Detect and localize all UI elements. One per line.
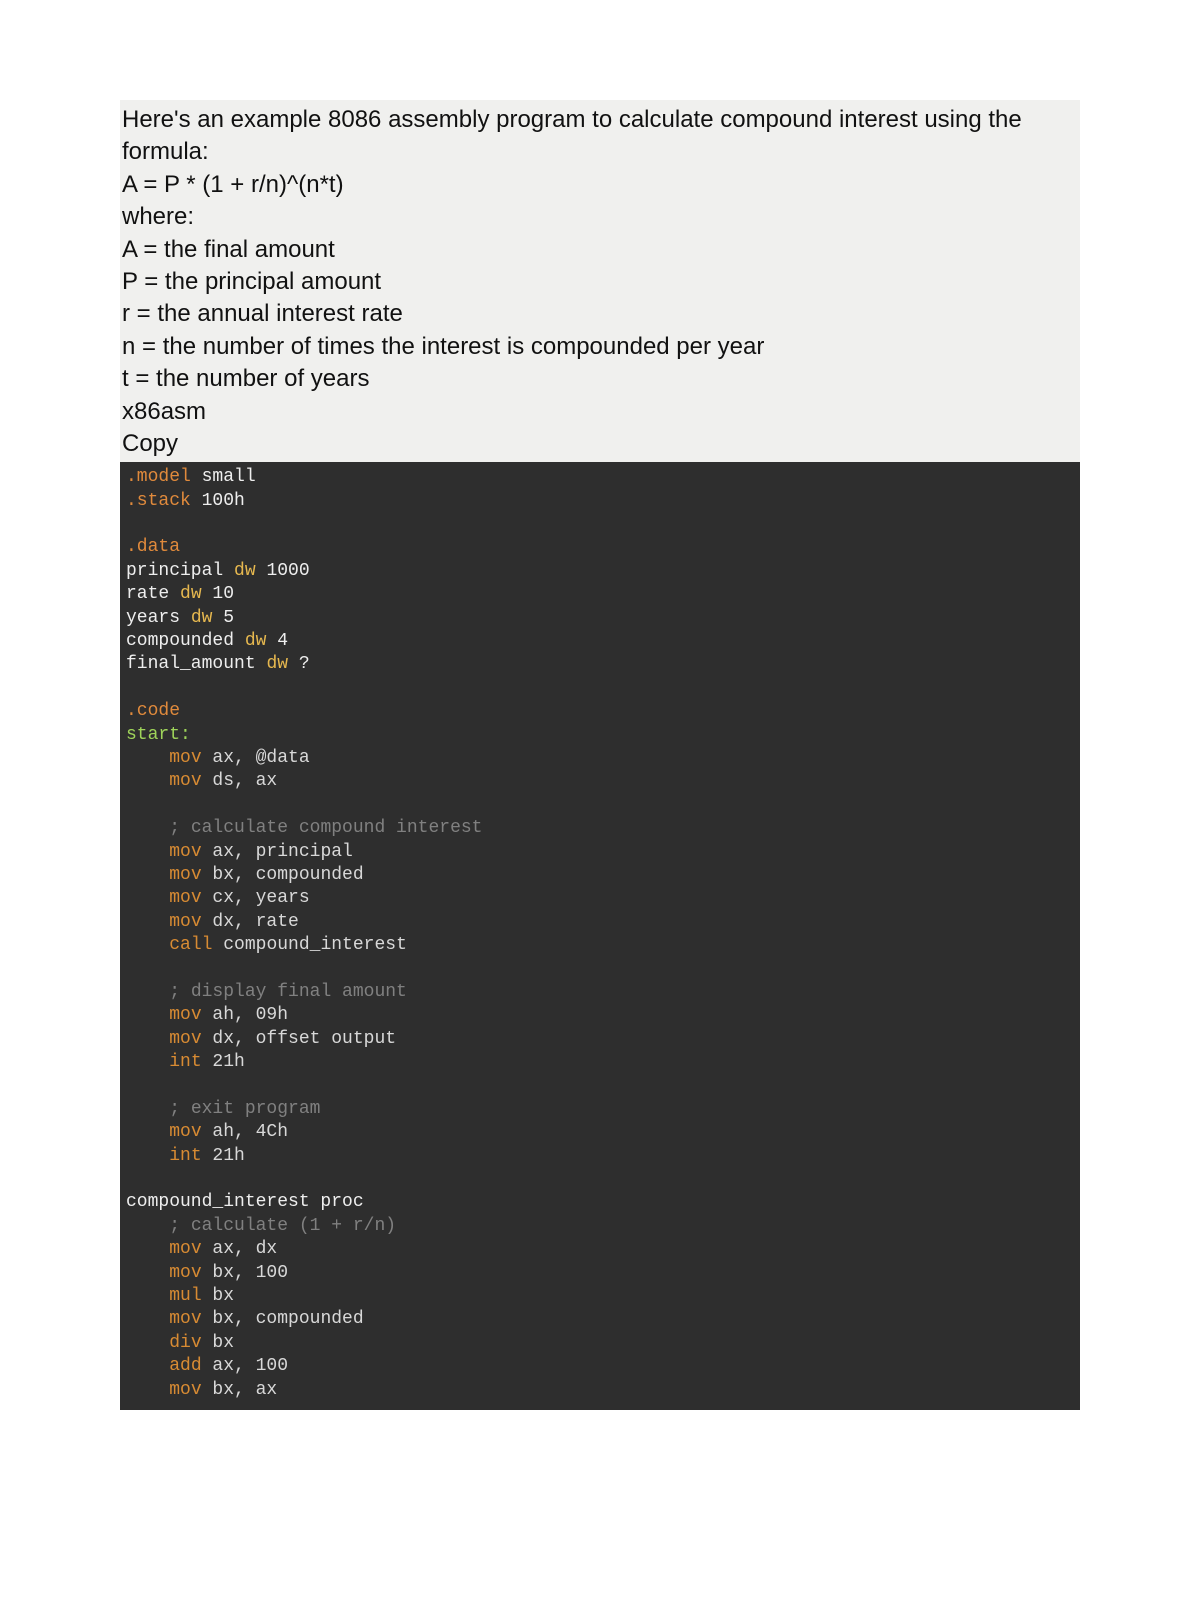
operands: 21h [202, 1146, 245, 1166]
opcode: mov [169, 1263, 201, 1283]
opcode: mov [169, 1309, 201, 1329]
intro-line: P = the principal amount [122, 266, 1078, 298]
proc-label: compound_interest proc [126, 1192, 364, 1212]
opcode: mov [169, 1029, 201, 1049]
intro-line: A = P * (1 + r/n)^(n*t) [122, 169, 1078, 201]
operands: dx, rate [202, 912, 299, 932]
operands: bx [202, 1286, 234, 1306]
directive: .model [126, 467, 191, 487]
identifier: years [126, 608, 191, 628]
operands: bx, compounded [202, 1309, 364, 1329]
operands: bx, 100 [202, 1263, 288, 1283]
intro-block: Here's an example 8086 assembly program … [120, 100, 1080, 462]
operands: ax, @data [202, 748, 310, 768]
opcode: int [169, 1146, 201, 1166]
keyword: dw [234, 561, 256, 581]
operands: bx [202, 1333, 234, 1353]
intro-line: t = the number of years [122, 363, 1078, 395]
comment: ; display final amount [169, 982, 407, 1002]
comment: ; calculate (1 + r/n) [169, 1216, 396, 1236]
opcode: mov [169, 748, 201, 768]
opcode: mov [169, 865, 201, 885]
operands: ax, dx [202, 1239, 278, 1259]
opcode: mov [169, 912, 201, 932]
comment: ; calculate compound interest [169, 818, 482, 838]
directive: .code [126, 701, 180, 721]
directive: .stack [126, 491, 191, 511]
document-page: Here's an example 8086 assembly program … [0, 0, 1200, 1610]
operands: ah, 4Ch [202, 1122, 288, 1142]
intro-line: Here's an example 8086 assembly program … [122, 104, 1078, 169]
intro-line: A = the final amount [122, 234, 1078, 266]
operands: bx, ax [202, 1380, 278, 1400]
opcode: int [169, 1052, 201, 1072]
opcode: div [169, 1333, 201, 1353]
identifier: final_amount [126, 654, 266, 674]
operands: ax, principal [202, 842, 353, 862]
opcode: mov [169, 1239, 201, 1259]
code-block: .model small .stack 100h .data principal… [120, 462, 1080, 1410]
number: ? [288, 654, 310, 674]
opcode: mov [169, 1005, 201, 1025]
opcode: mov [169, 1122, 201, 1142]
operands: 21h [202, 1052, 245, 1072]
operands: cx, years [202, 888, 310, 908]
keyword: dw [191, 608, 213, 628]
opcode: call [169, 935, 212, 955]
number: 1000 [256, 561, 310, 581]
opcode: mul [169, 1286, 201, 1306]
number: 4 [266, 631, 288, 651]
comment: ; exit program [169, 1099, 320, 1119]
operands: ah, 09h [202, 1005, 288, 1025]
opcode: mov [169, 771, 201, 791]
identifier: compounded [126, 631, 245, 651]
identifier: rate [126, 584, 180, 604]
operands: ds, ax [202, 771, 278, 791]
keyword: dw [245, 631, 267, 651]
opcode: mov [169, 888, 201, 908]
directive: .data [126, 537, 180, 557]
intro-line: n = the number of times the interest is … [122, 331, 1078, 363]
number: 10 [202, 584, 234, 604]
operands: dx, offset output [202, 1029, 396, 1049]
opcode: add [169, 1356, 201, 1376]
intro-line: r = the annual interest rate [122, 298, 1078, 330]
number: 5 [212, 608, 234, 628]
code-text: 100h [191, 491, 245, 511]
operands: bx, compounded [202, 865, 364, 885]
keyword: dw [266, 654, 288, 674]
operands: ax, 100 [202, 1356, 288, 1376]
operands: compound_interest [212, 935, 406, 955]
identifier: principal [126, 561, 234, 581]
copy-button[interactable]: Copy [122, 428, 1078, 460]
language-label: x86asm [122, 396, 1078, 428]
intro-line: where: [122, 201, 1078, 233]
opcode: mov [169, 1380, 201, 1400]
code-text: small [191, 467, 256, 487]
opcode: mov [169, 842, 201, 862]
label: start: [126, 725, 191, 745]
keyword: dw [180, 584, 202, 604]
